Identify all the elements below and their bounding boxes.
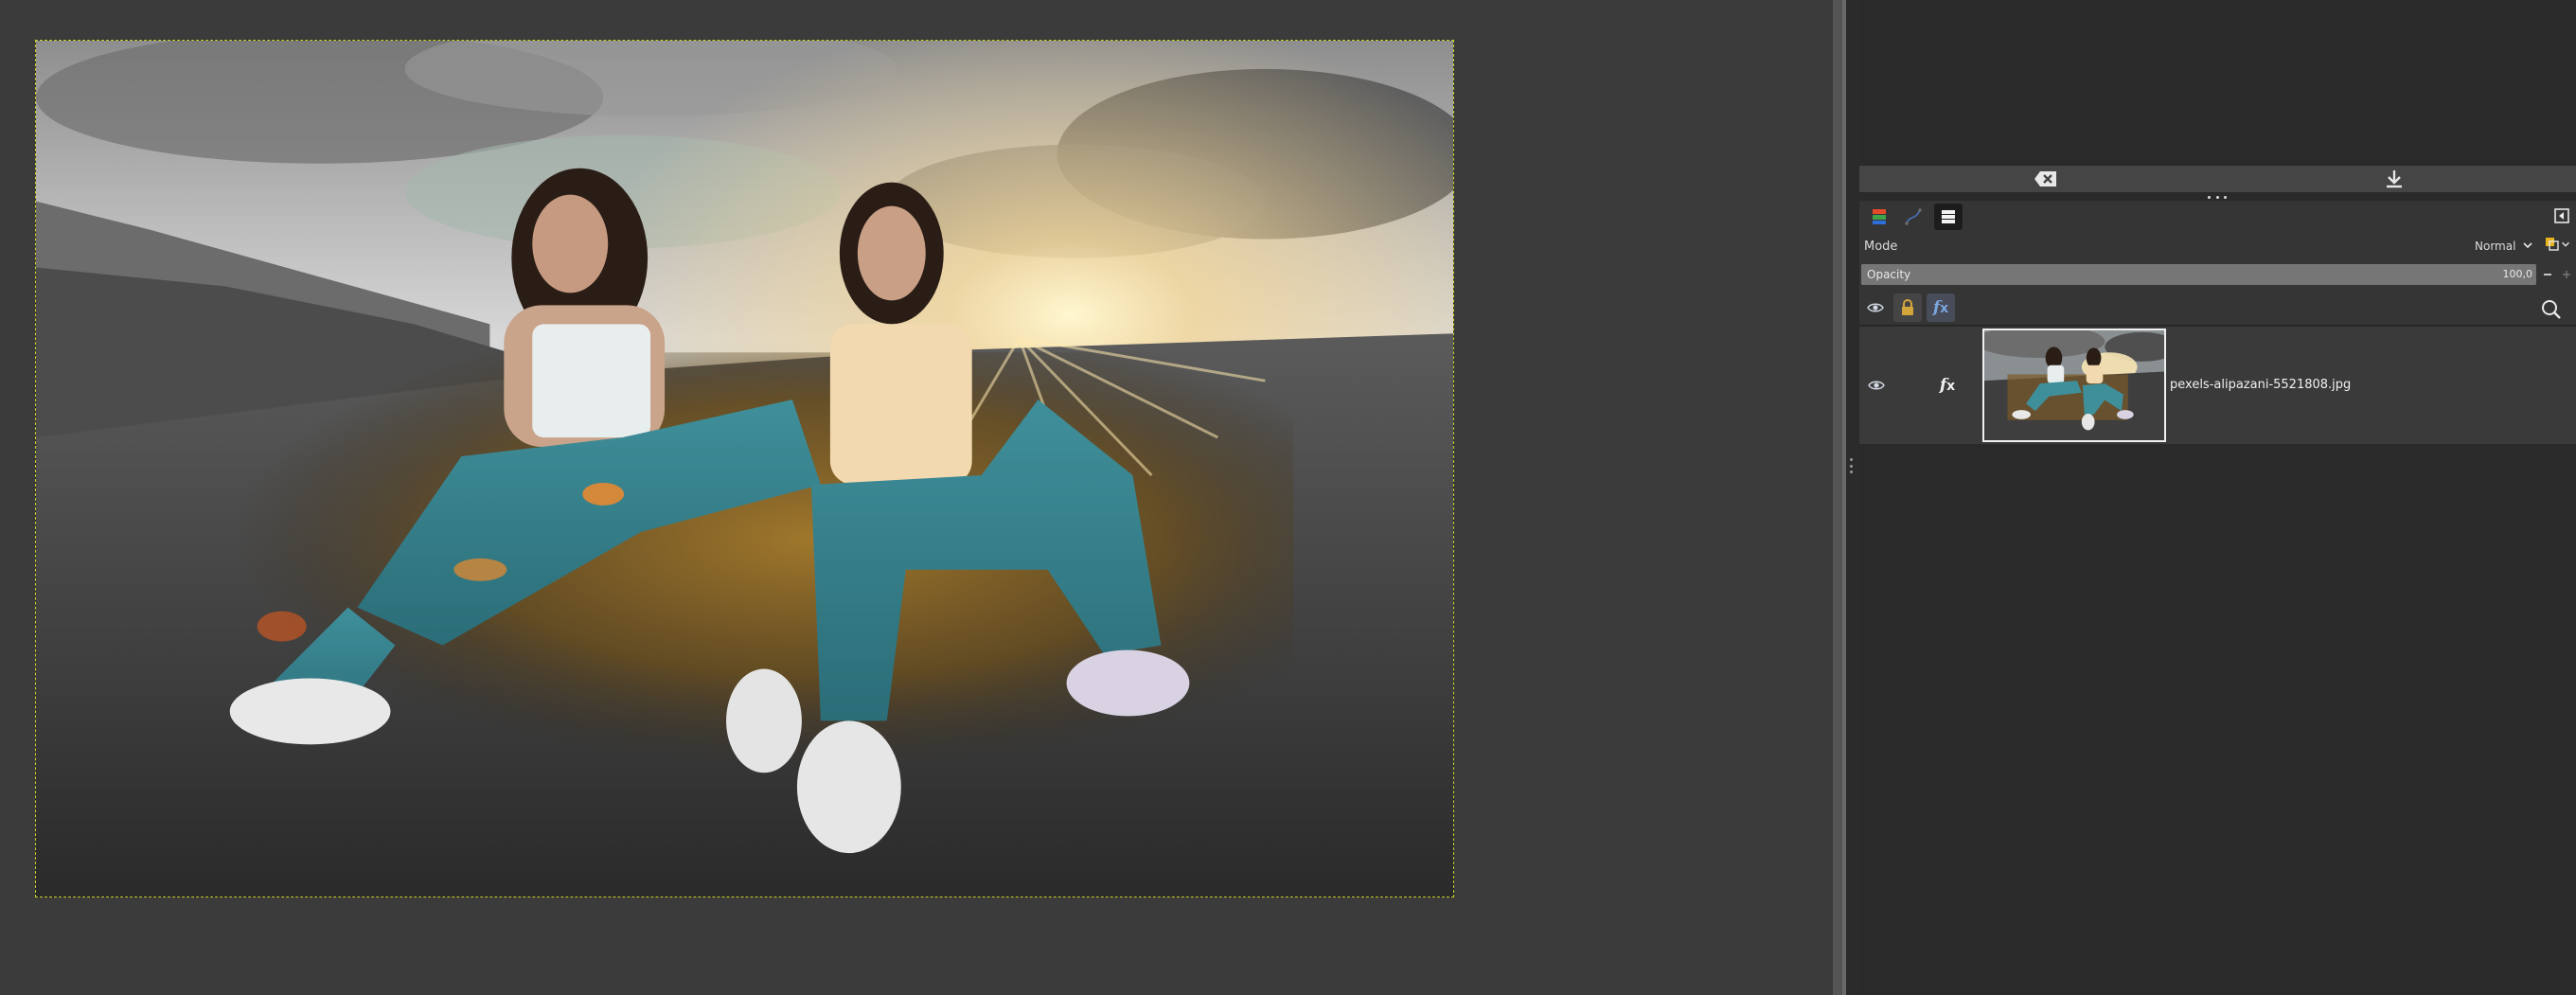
splitter-grip-icon[interactable]: [1849, 458, 1853, 473]
channels-icon: [1873, 209, 1886, 224]
layer-thumbnail[interactable]: [1982, 329, 2166, 442]
opacity-slider-fill: [1861, 264, 2536, 285]
upper-dock-empty-area: [1859, 0, 2576, 166]
layer-lock-row: fx: [1859, 288, 2576, 326]
splitter-bar: [1833, 0, 1842, 995]
image-canvas[interactable]: [35, 40, 1454, 897]
layer-row[interactable]: fx pexels-alipazani-5521808.jpg: [1859, 327, 2576, 444]
composite-mode-button[interactable]: [2545, 237, 2571, 252]
canvas-area[interactable]: [0, 0, 1833, 995]
search-icon[interactable]: [2541, 299, 2562, 324]
dock-menu-dots-icon[interactable]: [2208, 193, 2227, 201]
clear-icon[interactable]: [2032, 168, 2060, 190]
opacity-increase-button[interactable]: [2558, 265, 2575, 284]
chevron-down-icon: [2562, 241, 2569, 247]
opacity-value[interactable]: 100,0: [2503, 268, 2533, 280]
plus-icon: [2563, 271, 2570, 278]
tab-channels[interactable]: [1865, 204, 1893, 230]
mode-dropdown[interactable]: Normal: [2475, 240, 2515, 253]
download-icon[interactable]: [2380, 168, 2408, 190]
paths-icon: [1905, 208, 1922, 225]
opacity-decrease-button[interactable]: [2539, 265, 2556, 284]
visibility-eye-icon[interactable]: [1861, 293, 1890, 322]
mode-row: Mode Normal: [1859, 233, 2576, 261]
dock-button-bar: [1859, 166, 2576, 192]
lock-icon[interactable]: [1893, 293, 1922, 322]
composite-mode-icon: [2546, 238, 2559, 251]
layer-effects-fx-icon[interactable]: fx: [1933, 374, 1962, 397]
opacity-row: Opacity 100,0: [1859, 261, 2576, 288]
gimp-window: Mode Normal Opacity 100,0 fx fx pexels-a…: [0, 0, 2576, 995]
opacity-label: Opacity: [1867, 268, 1911, 281]
dock-tabs: [1859, 201, 2576, 233]
layer-name[interactable]: pexels-alipazani-5521808.jpg: [2170, 378, 2351, 392]
tab-paths[interactable]: [1899, 204, 1928, 230]
dock-config-icon[interactable]: [2554, 208, 2569, 227]
splitter-highlight: [1842, 0, 1846, 995]
layer-thumbnail-image: [1984, 330, 2164, 440]
mode-label: Mode: [1864, 240, 1898, 254]
tab-layers[interactable]: [1934, 204, 1963, 230]
layer-list: fx pexels-alipazani-5521808.jpg: [1859, 327, 2576, 995]
layer-visibility-eye-icon[interactable]: [1865, 376, 1888, 395]
photo-two-women-sunset-icon: [36, 41, 1453, 897]
chevron-down-icon[interactable]: [2521, 239, 2534, 256]
right-dock-panel: Mode Normal Opacity 100,0 fx fx pexels-a…: [1859, 0, 2576, 995]
opacity-slider[interactable]: Opacity 100,0: [1861, 264, 2536, 285]
minus-icon: [2544, 274, 2551, 275]
fx-icon[interactable]: fx: [1927, 293, 1955, 322]
panel-splitter[interactable]: [1833, 0, 1859, 995]
layers-icon: [1942, 210, 1955, 223]
